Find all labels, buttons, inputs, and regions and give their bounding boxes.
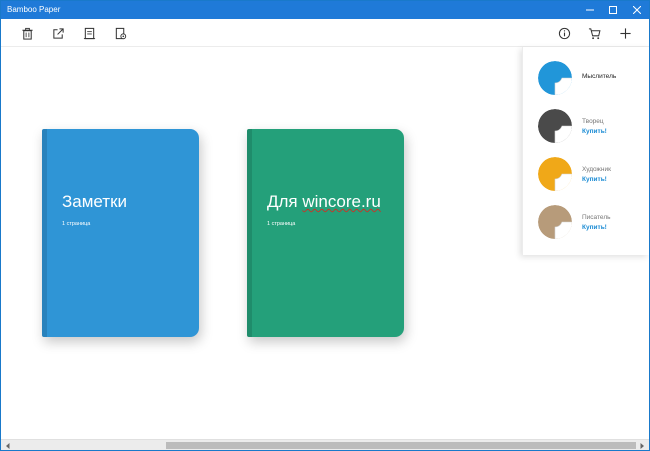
buy-link[interactable]: Купить! <box>582 224 607 231</box>
cover-swatch <box>538 205 572 239</box>
cover-option-pisatel[interactable]: Писатель Купить! <box>538 205 648 247</box>
settings-icon <box>115 27 126 39</box>
title-bar: Bamboo Paper <box>1 1 649 19</box>
notebook-zametki[interactable]: Заметки 1 страница <box>42 129 199 337</box>
cover-swatch-icon <box>538 61 572 95</box>
window-title: Bamboo Paper <box>7 5 61 14</box>
notebook-title: Заметки <box>62 192 128 211</box>
cover-name: Писатель <box>582 214 611 221</box>
store-button[interactable] <box>586 25 602 41</box>
scroll-left-icon[interactable] <box>4 442 12 450</box>
close-button[interactable] <box>626 1 648 19</box>
delete-button[interactable] <box>19 25 35 41</box>
minimize-button[interactable] <box>579 1 601 19</box>
pages-button[interactable] <box>81 25 97 41</box>
maximize-button[interactable] <box>602 1 624 19</box>
cover-name: Творец <box>582 118 604 125</box>
buy-link[interactable]: Купить! <box>582 176 607 183</box>
notebook-page-count: 1 страница <box>62 221 91 227</box>
close-icon <box>633 6 641 14</box>
add-notebook-button[interactable] <box>617 25 633 41</box>
notebook-title-word: wincore.ru <box>302 192 381 211</box>
pages-icon <box>83 27 95 39</box>
scrollbar-thumb[interactable] <box>166 442 636 449</box>
buy-link[interactable]: Купить! <box>582 128 607 135</box>
toolbar <box>1 19 649 47</box>
notebook-title-prefix: Для <box>267 192 303 211</box>
cover-swatch <box>538 61 572 95</box>
notebook-page-count: 1 страница <box>267 221 296 227</box>
cart-icon <box>588 27 601 39</box>
trash-icon <box>21 27 33 40</box>
cover-swatch-icon <box>538 157 572 191</box>
cover-name: Мыслитель <box>582 73 617 80</box>
notebook-spine <box>42 129 47 337</box>
info-icon <box>558 27 570 39</box>
cover-swatch <box>538 109 572 143</box>
cover-swatch-icon <box>538 109 572 143</box>
cover-option-tvorets[interactable]: Творец Купить! <box>538 109 648 151</box>
plus-icon <box>619 27 631 39</box>
share-icon <box>52 27 64 39</box>
cover-name: Художник <box>582 166 611 173</box>
info-button[interactable] <box>556 25 572 41</box>
cover-swatch-icon <box>538 205 572 239</box>
settings-button[interactable] <box>112 25 128 41</box>
cover-picker-panel: Мыслитель Творец Купить! Художник Купить… <box>522 47 649 255</box>
scroll-right-icon[interactable] <box>638 442 646 450</box>
notebook-library: Заметки 1 страница Для wincore.ru 1 стра… <box>1 47 649 439</box>
app-window: Bamboo Paper Заметки 1 страница Для winc… <box>0 0 650 451</box>
notebook-wincore[interactable]: Для wincore.ru 1 страница <box>247 129 404 337</box>
minimize-icon <box>586 9 594 11</box>
horizontal-scrollbar[interactable] <box>1 439 649 450</box>
notebook-spine <box>247 129 252 337</box>
maximize-icon <box>609 6 617 14</box>
cover-option-myslitel[interactable]: Мыслитель <box>538 61 648 103</box>
cover-option-khudozhnik[interactable]: Художник Купить! <box>538 157 648 199</box>
cover-swatch <box>538 157 572 191</box>
share-button[interactable] <box>50 25 66 41</box>
notebook-title: Для wincore.ru <box>267 192 381 212</box>
